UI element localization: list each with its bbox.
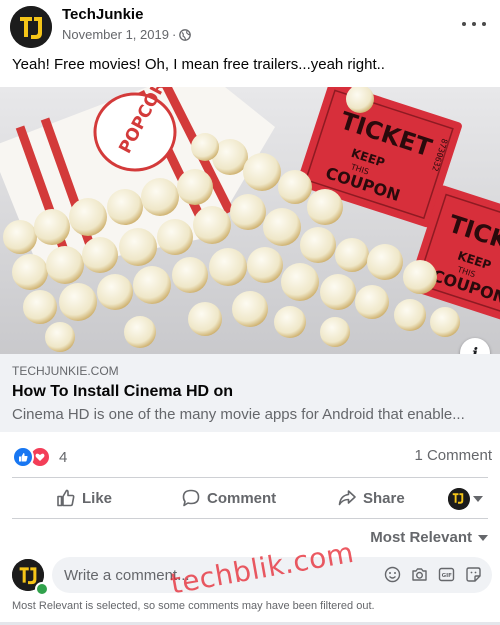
gif-glyph: GIF [438,567,455,582]
comment-count[interactable]: 1 Comment [414,447,492,464]
comment-icon [182,489,200,507]
share-button[interactable]: Share [337,488,405,508]
facebook-post: TechJunkie November 1, 2019 · Yeah! Free… [0,0,500,625]
more-options-dot [472,22,476,26]
camera-icon[interactable] [411,566,428,583]
more-options-dot [482,22,486,26]
techjunkie-logo [10,6,52,48]
share-label: Share [363,489,405,507]
like-icon [57,489,75,507]
camera-glyph [412,568,427,581]
emoji-glyph [384,566,401,583]
more-options-icon [462,22,466,26]
like-button[interactable]: Like [56,488,112,508]
post-date[interactable]: November 1, 2019 [62,27,169,42]
share-icon [338,490,356,506]
sticker-glyph [466,567,481,582]
online-status-dot [35,582,49,596]
like-reaction-icon [12,446,34,468]
page-avatar[interactable] [10,6,52,48]
link-title[interactable]: How To Install Cinema HD on [12,383,233,401]
reaction-count: 4 [59,448,68,466]
emoji-icon[interactable] [384,566,401,583]
like-label: Like [82,489,113,507]
divider [12,477,488,478]
link-preview-image[interactable]: POPCORN TICKET KEEP THIS COUPON 8730632 … [0,87,500,354]
globe-icon [179,28,192,41]
page-name[interactable]: TechJunkie [62,6,143,23]
react-as-selector[interactable] [448,488,483,510]
chevron-down-icon [478,534,488,541]
popcorn-tickets-illustration: POPCORN TICKET KEEP THIS COUPON 8730632 … [0,87,500,354]
more-options-button[interactable] [462,14,486,34]
sticker-icon[interactable] [465,566,482,583]
comment-button[interactable]: Comment [181,488,276,508]
composer-icons: GIF [384,566,482,583]
like-thumb-glyph [19,453,28,462]
comment-label: Comment [207,489,277,507]
post-meta: November 1, 2019 · [62,27,192,42]
love-heart-glyph [35,453,45,461]
page-avatar-small [448,488,470,510]
filter-note: Most Relevant is selected, so some comme… [12,600,375,612]
post-text: Yeah! Free movies! Oh, I mean free trail… [12,56,385,73]
techjunkie-logo-small [448,488,468,508]
sort-label: Most Relevant [370,529,472,546]
date-separator: · [171,27,177,42]
link-description: Cinema HD is one of the many movie apps … [12,406,465,423]
link-domain: TECHJUNKIE.COM [12,364,119,378]
link-preview-card[interactable]: TECHJUNKIE.COM How To Install Cinema HD … [0,354,500,432]
svg-text:GIF: GIF [442,573,453,579]
gif-icon[interactable]: GIF [438,566,455,583]
comment-sort-dropdown[interactable]: Most Relevant [370,529,488,546]
reaction-summary[interactable]: 4 [12,446,67,468]
divider [12,518,488,519]
chevron-down-icon [473,496,483,502]
